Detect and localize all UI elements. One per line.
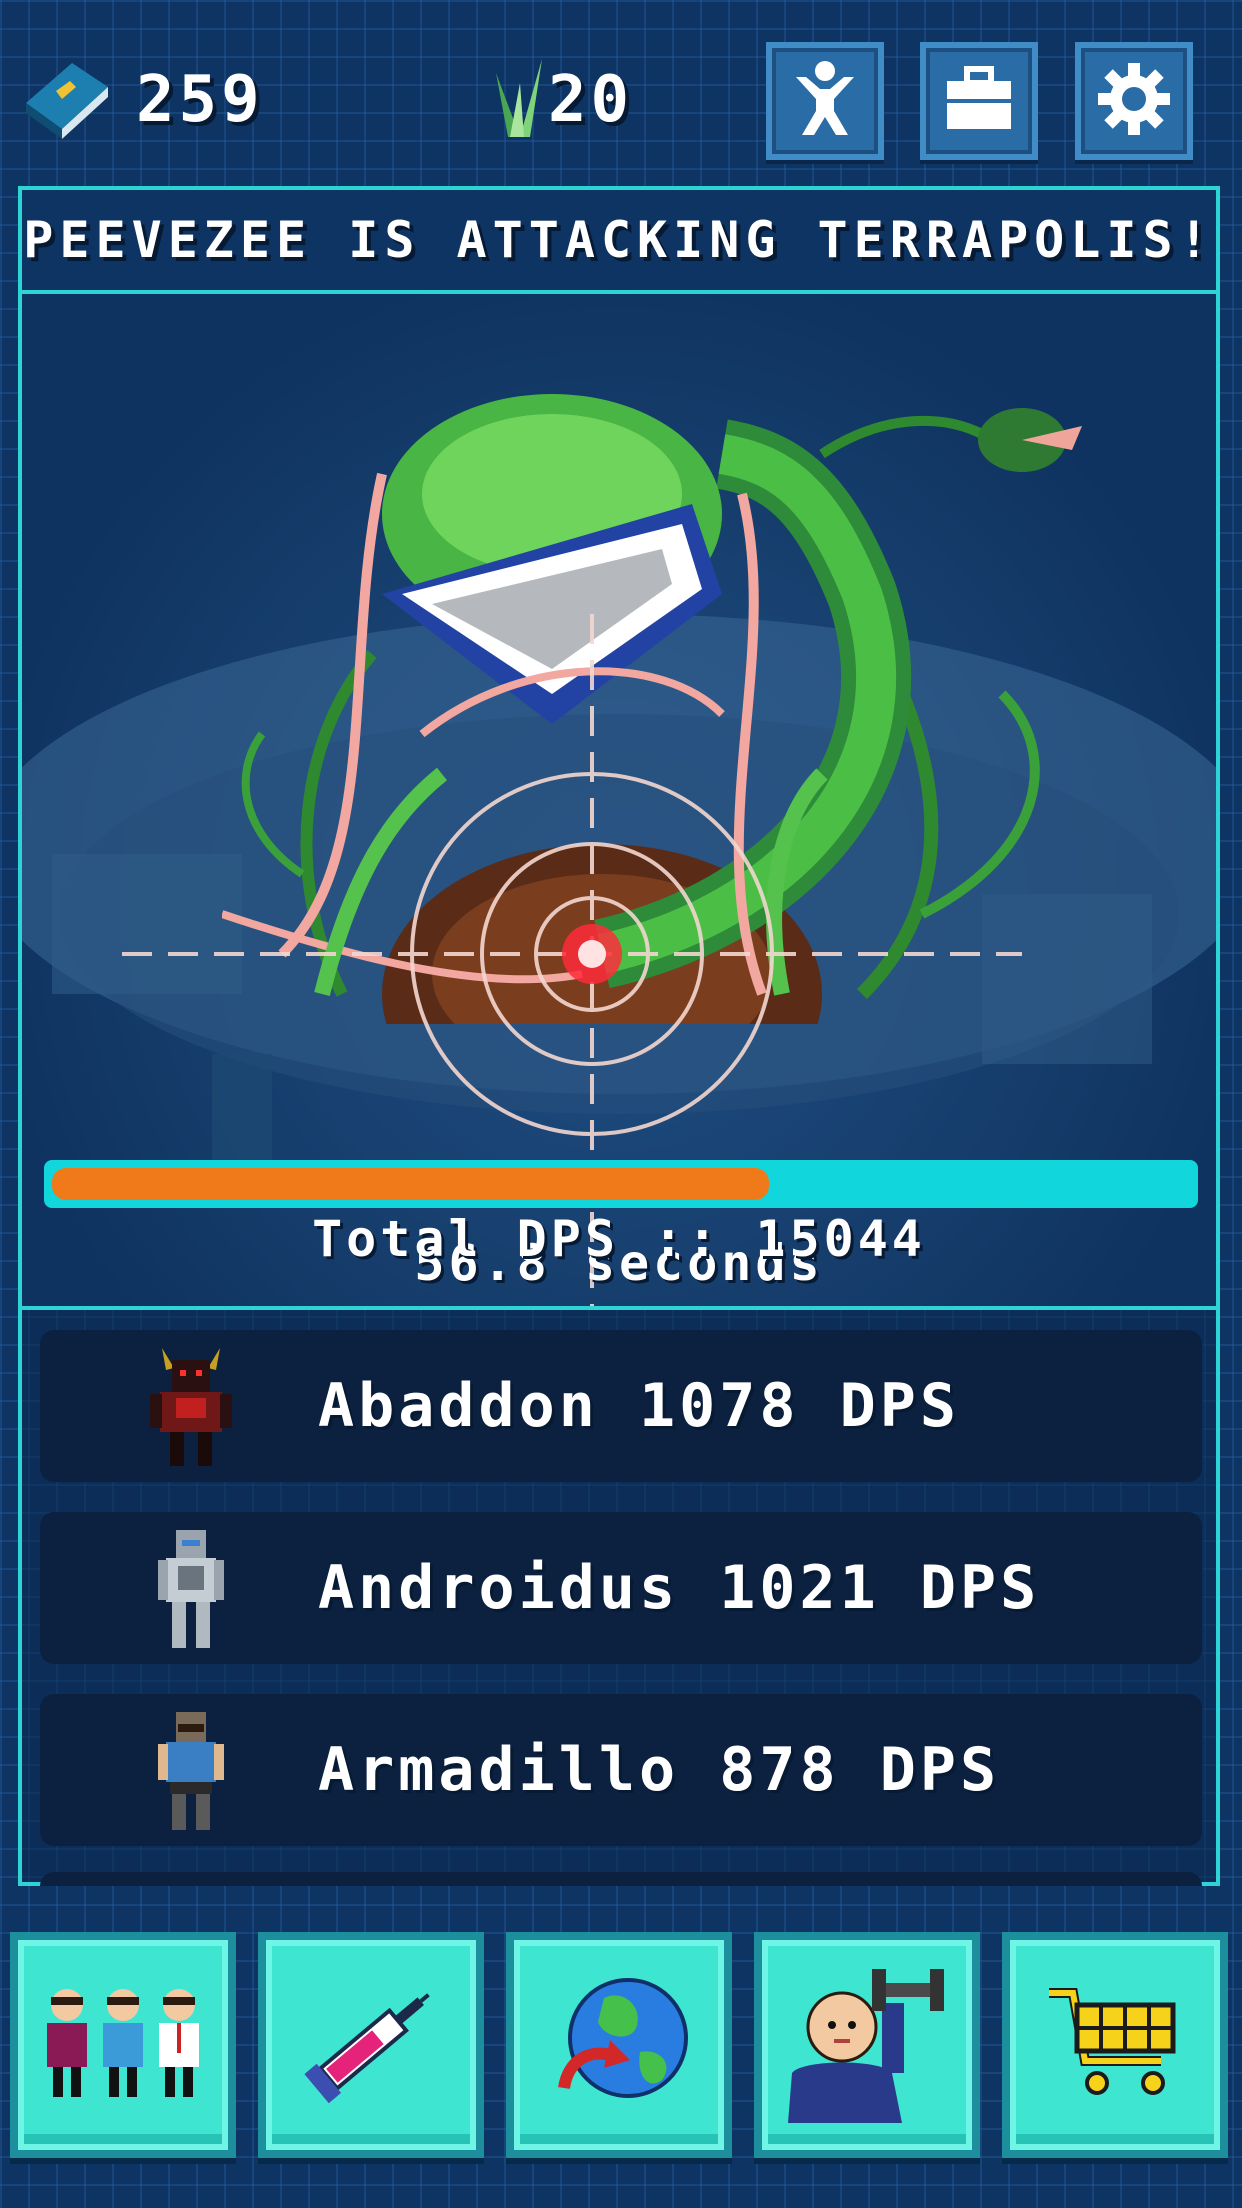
total-dps: Total DPS :: 15044 xyxy=(312,1210,926,1268)
globe-icon xyxy=(544,1968,694,2122)
boss-health-bar xyxy=(44,1160,1198,1208)
battle-arena[interactable]: 56.8 seconds xyxy=(22,294,1216,1306)
training-button[interactable] xyxy=(754,1932,980,2158)
hero-list[interactable]: Abaddon 1078 DPS Androidus 1021 DPS Armadi… xyxy=(40,1330,1202,1876)
team-icon xyxy=(35,1983,211,2107)
book-icon xyxy=(18,53,114,147)
training-icon xyxy=(782,1963,952,2127)
inventory-button[interactable] xyxy=(920,42,1038,160)
syringe-icon xyxy=(296,1968,446,2122)
hero-row[interactable]: Androidus 1021 DPS xyxy=(40,1512,1202,1664)
hero-dps-label: Armadillo 878 DPS xyxy=(318,1735,1001,1805)
attack-banner-text: PEEVEZEE IS ATTACKING TERRAPOLIS! xyxy=(23,211,1215,269)
hero-row-peek xyxy=(40,1872,1202,1886)
boss-health-fill xyxy=(52,1168,769,1200)
hero-dps-label: Abaddon 1078 DPS xyxy=(318,1371,960,1441)
battle-panel: PEEVEZEE IS ATTACKING TERRAPOLIS! 56.8 s… xyxy=(18,186,1220,1886)
settings-button[interactable] xyxy=(1075,42,1193,160)
serum-button[interactable] xyxy=(258,1932,484,2158)
cart-icon xyxy=(1045,1983,1185,2107)
hero-row[interactable]: Abaddon 1078 DPS xyxy=(40,1330,1202,1482)
profile-button[interactable] xyxy=(766,42,884,160)
armadillo-icon xyxy=(146,1694,236,1846)
team-button[interactable] xyxy=(10,1932,236,2158)
android-icon xyxy=(146,1512,236,1664)
shop-button[interactable] xyxy=(1002,1932,1228,2158)
hero-dps-label: Androidus 1021 DPS xyxy=(318,1553,1041,1623)
leaf-counter: 20 xyxy=(490,50,633,150)
book-count: 259 xyxy=(136,63,264,137)
world-button[interactable] xyxy=(506,1932,732,2158)
hero-row[interactable]: Armadillo 878 DPS xyxy=(40,1694,1202,1846)
demon-icon xyxy=(146,1330,236,1482)
book-counter: 259 xyxy=(18,50,264,150)
gear-icon xyxy=(1096,61,1172,141)
leaf-count: 20 xyxy=(548,63,634,137)
attack-banner: PEEVEZEE IS ATTACKING TERRAPOLIS! xyxy=(22,190,1216,294)
leaf-icon xyxy=(490,53,546,147)
person-icon xyxy=(790,59,860,143)
panel-divider xyxy=(22,1306,1216,1310)
briefcase-icon xyxy=(943,63,1015,139)
